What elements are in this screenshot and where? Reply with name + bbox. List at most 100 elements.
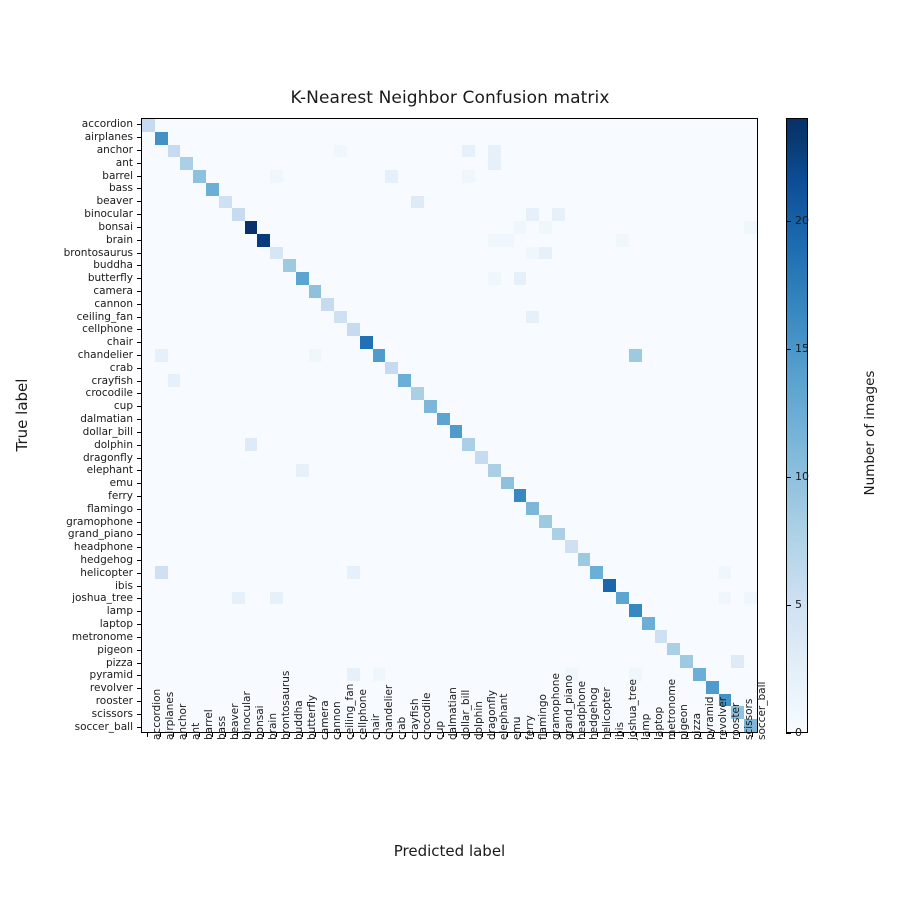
heatmap-cell xyxy=(257,157,271,171)
heatmap-cell xyxy=(180,629,194,643)
heatmap-cell xyxy=(411,131,424,145)
heatmap-cell xyxy=(718,642,732,656)
heatmap-cell xyxy=(180,476,194,490)
heatmap-cell xyxy=(692,578,706,592)
heatmap-cell xyxy=(193,182,207,196)
heatmap-cell xyxy=(539,310,552,324)
x-tick-label: soccer_ball xyxy=(755,681,768,740)
heatmap-cell xyxy=(142,246,155,260)
heatmap-cell xyxy=(449,425,463,439)
heatmap-cell xyxy=(282,208,296,222)
heatmap-cell xyxy=(270,374,283,388)
heatmap-cell xyxy=(641,157,655,171)
heatmap-cell xyxy=(142,144,155,158)
heatmap-cell xyxy=(539,387,552,400)
heatmap-cell xyxy=(142,425,155,439)
heatmap-cell xyxy=(372,348,386,362)
heatmap-cell xyxy=(744,131,757,145)
heatmap-cell xyxy=(564,476,578,490)
heatmap-cell xyxy=(692,412,706,426)
heatmap-cell xyxy=(552,489,565,503)
heatmap-cell xyxy=(270,399,283,413)
heatmap-cell xyxy=(616,514,629,528)
heatmap-cell xyxy=(667,604,681,618)
x-tick-mark xyxy=(198,733,200,737)
heatmap-cell xyxy=(603,323,617,337)
heatmap-cell xyxy=(449,310,463,324)
x-tick-mark xyxy=(713,733,714,737)
heatmap-cell xyxy=(628,221,642,234)
heatmap-cell xyxy=(244,208,258,222)
heatmap-cell xyxy=(718,170,732,183)
heatmap-cell xyxy=(500,514,514,528)
confusion-matrix-heatmap[interactable] xyxy=(141,118,758,733)
heatmap-cell xyxy=(462,668,476,681)
heatmap-cell xyxy=(680,655,693,669)
heatmap-cell xyxy=(231,604,245,618)
heatmap-cell xyxy=(603,617,617,630)
heatmap-cell xyxy=(718,565,732,579)
heatmap-cell xyxy=(462,399,476,413)
heatmap-cell xyxy=(257,617,271,630)
heatmap-cell xyxy=(462,246,476,260)
heatmap-cell xyxy=(398,272,412,286)
heatmap-cell xyxy=(334,527,347,541)
heatmap-cell xyxy=(616,182,629,196)
heatmap-cell xyxy=(628,323,642,337)
heatmap-cell xyxy=(167,565,181,579)
y-tick-label: pyramid xyxy=(89,669,133,682)
heatmap-cell xyxy=(244,157,258,171)
heatmap-cell xyxy=(628,642,642,656)
heatmap-cell xyxy=(411,170,424,183)
heatmap-cell xyxy=(270,323,283,337)
heatmap-cell xyxy=(603,540,617,554)
heatmap-cell xyxy=(142,157,155,171)
heatmap-cell xyxy=(603,476,617,490)
heatmap-cell xyxy=(270,182,283,196)
heatmap-cell xyxy=(641,629,655,643)
heatmap-cell xyxy=(308,285,322,298)
heatmap-cell xyxy=(564,310,578,324)
heatmap-cell xyxy=(411,144,424,158)
x-tick-mark xyxy=(443,733,445,737)
x-tick-mark xyxy=(751,733,753,737)
heatmap-cell xyxy=(308,387,322,400)
heatmap-cell xyxy=(193,591,207,605)
heatmap-cell xyxy=(295,642,309,656)
heatmap-cell xyxy=(654,617,668,630)
heatmap-cell xyxy=(142,502,155,515)
heatmap-cell xyxy=(206,336,219,349)
heatmap-cell xyxy=(180,540,194,554)
heatmap-cell xyxy=(321,680,335,694)
heatmap-cell xyxy=(295,591,309,605)
heatmap-cell xyxy=(641,578,655,592)
heatmap-cell xyxy=(359,451,373,464)
heatmap-cell xyxy=(436,438,450,452)
heatmap-cell xyxy=(628,451,642,464)
heatmap-cell xyxy=(167,527,181,541)
x-tick-label: dolphin xyxy=(472,701,485,740)
heatmap-cell xyxy=(385,489,399,503)
heatmap-cell xyxy=(334,157,347,171)
heatmap-cell xyxy=(282,374,296,388)
heatmap-cell xyxy=(475,642,488,656)
heatmap-cell xyxy=(321,642,335,656)
heatmap-cell xyxy=(692,374,706,388)
heatmap-cell xyxy=(295,348,309,362)
heatmap-cell xyxy=(680,310,693,324)
heatmap-cell xyxy=(244,412,258,426)
heatmap-cell xyxy=(180,131,194,145)
y-tick-label: ibis xyxy=(115,579,133,592)
heatmap-cell xyxy=(718,208,732,222)
heatmap-cell xyxy=(167,438,181,452)
heatmap-cell xyxy=(167,157,181,171)
heatmap-cell xyxy=(334,604,347,618)
heatmap-cell xyxy=(692,680,706,694)
heatmap-cell xyxy=(577,489,591,503)
heatmap-cell xyxy=(231,565,245,579)
heatmap-cell xyxy=(590,412,604,426)
heatmap-cell xyxy=(282,387,296,400)
heatmap-cell xyxy=(449,233,463,247)
heatmap-cell xyxy=(487,195,501,209)
heatmap-cell xyxy=(500,144,514,158)
